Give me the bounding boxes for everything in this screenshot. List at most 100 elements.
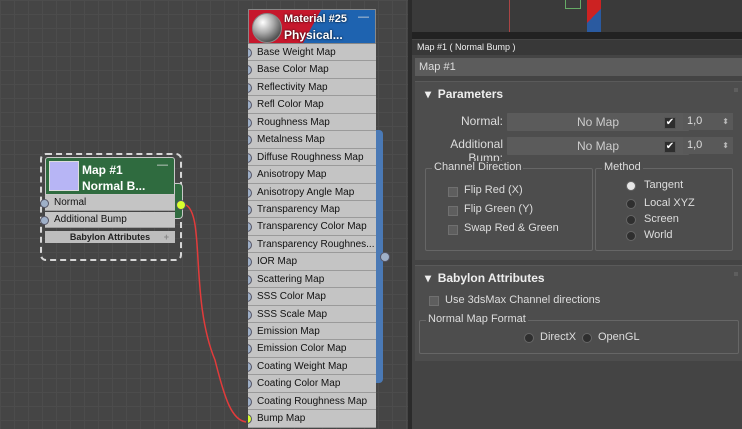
material-slot[interactable]: Transparency Roughnes... <box>248 235 376 254</box>
slot-label: Diffuse Roughness Map <box>257 151 364 163</box>
additional-bump-amount-spinner[interactable]: 1,0 ⬍ <box>683 137 733 154</box>
material-slot[interactable]: Anisotropy Map <box>248 166 376 184</box>
panel-title: Map #1 ( Normal Bump ) <box>412 40 742 55</box>
slot-input-socket[interactable] <box>248 222 252 233</box>
material-slot[interactable]: Emission Color Map <box>248 340 376 358</box>
directx-radio[interactable] <box>524 333 534 343</box>
slot-label: Emission Map <box>257 326 320 337</box>
babylon-attributes-section[interactable]: Babylon Attributes + <box>45 231 175 243</box>
material-slot[interactable]: Coating Color Map <box>248 375 376 393</box>
normal-bump-node[interactable]: Map #1 Normal B... — Normal Additional B… <box>45 157 183 252</box>
rollout-handle[interactable] <box>734 272 738 276</box>
additional-bump-enable-checkbox[interactable]: ✔ <box>664 141 676 153</box>
swap-red-green-checkbox[interactable] <box>448 225 458 235</box>
local-xyz-radio[interactable] <box>626 199 636 209</box>
slot-input-socket[interactable] <box>248 117 252 128</box>
tangent-radio[interactable] <box>626 181 636 191</box>
material-slot[interactable]: Transparency Color Map <box>248 218 376 236</box>
normal-map-button[interactable]: No Map <box>507 113 689 131</box>
slot-label: Additional Bump <box>54 214 127 225</box>
slot-input-socket[interactable] <box>248 274 252 285</box>
material-slot[interactable]: SSS Color Map <box>248 288 376 306</box>
map-name-field[interactable]: Map #1 <box>415 58 742 76</box>
flip-green-checkbox[interactable] <box>448 206 458 216</box>
material-preview-sphere <box>252 13 282 43</box>
slot-label: Coating Color Map <box>257 378 341 390</box>
material-slot[interactable]: Reflectivity Map <box>248 78 376 97</box>
material-node-header[interactable]: Material #25 Physical... — <box>248 9 376 44</box>
slot-input-socket[interactable] <box>248 309 252 320</box>
slot-input-socket[interactable] <box>248 379 252 390</box>
slot-input-socket[interactable] <box>248 327 252 337</box>
slot-input-socket[interactable] <box>248 100 252 111</box>
screen-radio[interactable] <box>626 215 636 225</box>
slot-label: Metalness Map <box>257 134 325 146</box>
slot-input-socket[interactable] <box>248 82 252 93</box>
slot-label: Refl Color Map <box>257 99 324 111</box>
material-slot[interactable]: Diffuse Roughness Map <box>248 148 376 167</box>
slot-input-socket[interactable] <box>248 239 252 250</box>
material-slot[interactable]: Transparency Map <box>248 200 376 219</box>
material-slot[interactable]: Emission Map <box>248 323 376 341</box>
material-slot[interactable]: Roughness Map <box>248 113 376 132</box>
material-slot[interactable]: Scattering Map <box>248 270 376 289</box>
collapse-icon[interactable]: ▾ <box>425 271 431 285</box>
minimize-icon[interactable]: — <box>358 11 369 23</box>
minimize-icon[interactable]: — <box>157 159 168 171</box>
local-xyz-label: Local XYZ <box>644 197 695 209</box>
slot-input-socket[interactable] <box>248 414 252 425</box>
viewport-frame <box>412 32 742 39</box>
flip-red-label: Flip Red (X) <box>464 184 523 196</box>
channel-direction-group: Channel Direction Flip Red (X) Flip Gree… <box>425 161 593 251</box>
slot-input-socket[interactable] <box>248 361 252 372</box>
material-slot[interactable]: Coating Weight Map <box>248 357 376 376</box>
slot-input-socket[interactable] <box>248 344 252 355</box>
input-slot-normal[interactable]: Normal <box>45 195 175 211</box>
material-slot[interactable]: Refl Color Map <box>248 96 376 114</box>
slot-input-socket[interactable] <box>248 204 252 215</box>
slot-input-socket[interactable] <box>248 187 252 198</box>
normal-enable-checkbox[interactable]: ✔ <box>664 117 676 129</box>
slot-label: SSS Color Map <box>257 291 326 303</box>
expand-icon[interactable]: + <box>164 231 169 243</box>
normal-amount-spinner[interactable]: 1,0 ⬍ <box>683 113 733 130</box>
input-socket-additional-bump[interactable] <box>40 216 49 225</box>
use-channel-directions-checkbox[interactable] <box>429 296 439 306</box>
viewport-guide-line <box>509 0 510 32</box>
slate-canvas[interactable]: Map #1 Normal B... — Normal Additional B… <box>0 0 408 429</box>
spinner-value: 1,0 <box>687 115 703 127</box>
babylon-rollout-header[interactable]: ▾ Babylon Attributes <box>425 271 545 285</box>
opengl-radio[interactable] <box>582 333 592 343</box>
slot-input-socket[interactable] <box>248 65 252 76</box>
slot-input-socket[interactable] <box>248 257 252 268</box>
slot-input-socket[interactable] <box>248 152 252 163</box>
material-output-socket[interactable] <box>380 252 390 262</box>
additional-bump-map-button[interactable]: No Map <box>507 137 689 155</box>
slot-input-socket[interactable] <box>248 292 252 303</box>
spinner-arrows-icon[interactable]: ⬍ <box>722 118 729 126</box>
material-slot[interactable]: Coating Roughness Map <box>248 392 376 411</box>
material-slot[interactable]: Bump Map <box>248 410 376 428</box>
material-slot[interactable]: Base Color Map <box>248 61 376 79</box>
input-slot-additional-bump[interactable]: Additional Bump <box>45 212 175 228</box>
material-slot-list: Base Weight Map Base Color Map Reflectivit… <box>248 44 376 428</box>
material-slot[interactable]: Metalness Map <box>248 131 376 149</box>
material-slot[interactable]: IOR Map <box>248 253 376 271</box>
parameters-rollout-header[interactable]: ▾ Parameters <box>425 87 503 101</box>
slot-input-socket[interactable] <box>248 396 252 407</box>
slot-input-socket[interactable] <box>248 48 252 58</box>
rollout-handle[interactable] <box>734 88 738 92</box>
slot-input-socket[interactable] <box>248 170 252 181</box>
flip-red-checkbox[interactable] <box>448 187 458 197</box>
input-socket-normal[interactable] <box>40 199 49 208</box>
node-header[interactable]: Map #1 Normal B... — <box>45 157 175 195</box>
output-socket[interactable] <box>176 200 186 210</box>
material-slot[interactable]: Anisotropy Angle Map <box>248 183 376 201</box>
navigator-viewport[interactable] <box>412 0 742 39</box>
collapse-icon[interactable]: ▾ <box>425 87 431 101</box>
spinner-arrows-icon[interactable]: ⬍ <box>722 142 729 150</box>
material-slot[interactable]: SSS Scale Map <box>248 305 376 323</box>
world-radio[interactable] <box>626 231 636 241</box>
material-slot[interactable]: Base Weight Map <box>248 44 376 62</box>
slot-input-socket[interactable] <box>248 135 252 146</box>
